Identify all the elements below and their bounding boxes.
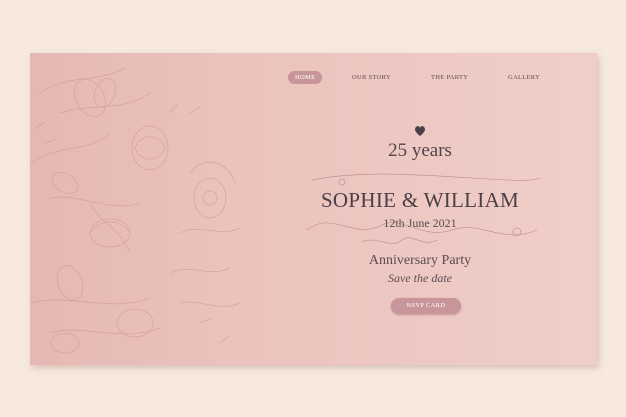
- event-date: 12th June 2021: [383, 216, 457, 230]
- landing-card: HOME OUR STORY THE PARTY GALLERY 25 year…: [30, 53, 597, 365]
- heart-icon: [415, 126, 425, 136]
- nav-the-party[interactable]: THE PARTY: [431, 71, 468, 84]
- nav-gallery[interactable]: GALLERY: [508, 71, 540, 84]
- flourish-ornament: [306, 173, 541, 244]
- nav-our-story[interactable]: OUR STORY: [352, 71, 391, 84]
- top-navigation: HOME OUR STORY THE PARTY GALLERY: [30, 71, 597, 85]
- couple-names: SOPHIE & WILLIAM: [320, 188, 520, 212]
- event-title: Anniversary Party: [368, 253, 472, 268]
- floral-illustration: [30, 67, 241, 354]
- rsvp-card-button[interactable]: RSVP CARD: [391, 298, 461, 314]
- anniversary-years: 25 years: [388, 140, 452, 161]
- nav-home[interactable]: HOME: [288, 71, 323, 84]
- save-the-date-text: Save the date: [388, 271, 452, 285]
